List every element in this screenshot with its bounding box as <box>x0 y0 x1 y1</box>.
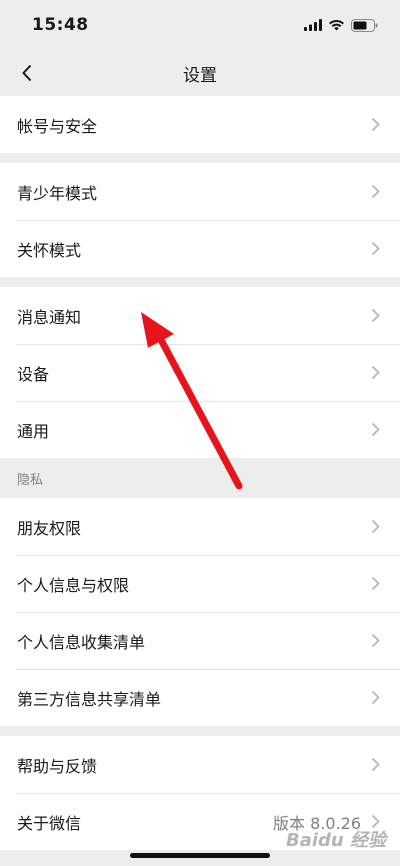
row-notifications[interactable]: 消息通知 <box>0 287 400 344</box>
row-general[interactable]: 通用 <box>0 401 400 458</box>
home-indicator <box>130 853 270 858</box>
divider <box>0 153 400 163</box>
row-label: 青少年模式 <box>17 183 98 203</box>
status-bar: 15:48 <box>0 0 400 50</box>
row-label: 通用 <box>17 421 50 441</box>
group-general: 消息通知 设备 通用 <box>0 287 400 458</box>
row-label: 关于微信 <box>17 813 82 833</box>
row-friend-permissions[interactable]: 朋友权限 <box>0 498 400 555</box>
chevron-right-icon <box>371 365 380 380</box>
row-label: 帐号与安全 <box>17 116 98 136</box>
group-modes: 青少年模式 关怀模式 <box>0 163 400 277</box>
row-devices[interactable]: 设备 <box>0 344 400 401</box>
back-button[interactable] <box>12 58 42 88</box>
divider <box>0 726 400 736</box>
signal-icon <box>304 19 322 31</box>
row-label: 个人信息收集清单 <box>17 632 146 652</box>
row-teen-mode[interactable]: 青少年模式 <box>0 163 400 220</box>
row-personal-info-collection[interactable]: 个人信息收集清单 <box>0 612 400 669</box>
row-label: 关怀模式 <box>17 240 82 260</box>
chevron-right-icon <box>371 757 380 772</box>
chevron-right-icon <box>371 308 380 323</box>
row-account-security[interactable]: 帐号与安全 <box>0 96 400 153</box>
status-icons <box>304 18 378 32</box>
nav-bar: 设置 <box>0 50 400 96</box>
group-account: 帐号与安全 <box>0 96 400 153</box>
chevron-right-icon <box>371 519 380 534</box>
chevron-right-icon <box>371 633 380 648</box>
chevron-right-icon <box>371 184 380 199</box>
chevron-right-icon <box>371 241 380 256</box>
row-label: 设备 <box>17 364 50 384</box>
chevron-right-icon <box>371 117 380 132</box>
page-title: 设置 <box>183 65 217 86</box>
chevron-right-icon <box>371 422 380 437</box>
row-label: 消息通知 <box>17 307 82 327</box>
row-personal-info-permissions[interactable]: 个人信息与权限 <box>0 555 400 612</box>
watermark: Baidu 经验 <box>285 830 386 851</box>
row-label: 朋友权限 <box>17 518 82 538</box>
row-label: 帮助与反馈 <box>17 756 98 776</box>
row-help-feedback[interactable]: 帮助与反馈 <box>0 736 400 793</box>
chevron-right-icon <box>371 690 380 705</box>
row-third-party-sharing[interactable]: 第三方信息共享清单 <box>0 669 400 726</box>
row-label: 第三方信息共享清单 <box>17 689 162 709</box>
chevron-left-icon <box>22 64 32 82</box>
row-care-mode[interactable]: 关怀模式 <box>0 220 400 277</box>
wifi-icon <box>329 19 344 31</box>
divider <box>0 277 400 287</box>
status-time: 15:48 <box>32 15 89 35</box>
battery-icon <box>351 18 378 32</box>
chevron-right-icon <box>371 576 380 591</box>
section-label-privacy: 隐私 <box>0 458 400 498</box>
row-label: 个人信息与权限 <box>17 575 130 595</box>
group-privacy: 朋友权限 个人信息与权限 个人信息收集清单 第三方信息共享清单 <box>0 498 400 726</box>
